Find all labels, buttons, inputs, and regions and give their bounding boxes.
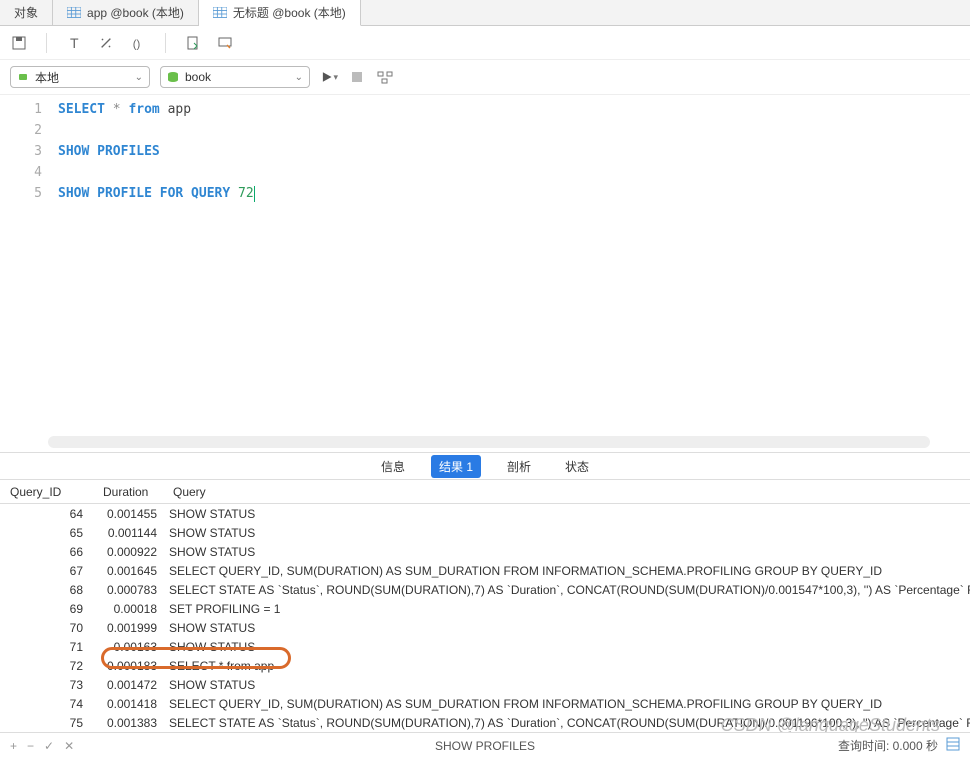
code-area[interactable]: SELECT * from app SHOW PROFILES SHOW PRO… (50, 95, 970, 434)
svg-text:(): () (133, 38, 141, 50)
connection-label: 本地 (35, 69, 129, 86)
line-gutter: 12345 (0, 95, 50, 434)
format-icon[interactable]: T (65, 34, 83, 52)
status-query: SHOW PROFILES (435, 739, 535, 753)
table-row[interactable]: 700.001999SHOW STATUS (0, 618, 970, 637)
result-tab[interactable]: 结果 1 (431, 455, 481, 478)
table-row[interactable]: 640.001455SHOW STATUS (0, 504, 970, 523)
grid-header: Query_ID Duration Query (0, 480, 970, 504)
remove-row-icon[interactable]: − (27, 739, 34, 753)
result-tab[interactable]: 信息 (373, 455, 413, 478)
save-icon[interactable] (10, 34, 28, 52)
table-row[interactable]: 670.001645SELECT QUERY_ID, SUM(DURATION)… (0, 561, 970, 580)
run-button[interactable]: ▾ (320, 68, 338, 86)
status-time: 查询时间: 0.000 秒 (838, 737, 938, 754)
chevron-down-icon: ⌄ (135, 72, 143, 83)
result-tab[interactable]: 剖析 (499, 455, 539, 478)
tab-untitled[interactable]: 无标题 @book (本地) (199, 0, 361, 26)
export-icon[interactable] (184, 34, 202, 52)
database-select[interactable]: book ⌄ (160, 66, 310, 88)
editor-scrollbar[interactable] (48, 436, 930, 448)
col-header-duration[interactable]: Duration (93, 485, 163, 499)
separator (46, 33, 47, 53)
toolbar: T () (0, 26, 970, 60)
results-grid: Query_ID Duration Query 640.001455SHOW S… (0, 480, 970, 732)
table-row[interactable]: 680.000783SELECT STATE AS `Status`, ROUN… (0, 580, 970, 599)
result-tab[interactable]: 状态 (557, 455, 597, 478)
result-tabset: 信息结果 1 剖析状态 (0, 452, 970, 480)
svg-text:T: T (70, 35, 79, 51)
import-icon[interactable] (216, 34, 234, 52)
tab-label: app @book (本地) (87, 4, 184, 21)
tab-label: 对象 (14, 4, 38, 21)
add-row-icon[interactable]: + (10, 739, 17, 753)
apply-icon[interactable]: ✓ (44, 739, 54, 753)
table-row[interactable]: 690.00018SET PROFILING = 1 (0, 599, 970, 618)
table-row[interactable]: 650.001144SHOW STATUS (0, 523, 970, 542)
connection-select[interactable]: 本地 ⌄ (10, 66, 150, 88)
explain-icon[interactable] (376, 68, 394, 86)
tab-label: 无标题 @book (本地) (233, 4, 346, 21)
database-icon (167, 71, 179, 83)
grid-view-icon[interactable] (946, 737, 960, 754)
connection-bar: 本地 ⌄ book ⌄ ▾ (0, 60, 970, 94)
chevron-down-icon: ⌄ (295, 72, 303, 83)
table-row[interactable]: 720.000183SELECT * from app (0, 656, 970, 675)
table-row[interactable]: 710.00163SHOW STATUS (0, 637, 970, 656)
col-header-query[interactable]: Query (163, 485, 970, 499)
brackets-icon[interactable]: () (129, 34, 147, 52)
table-icon (213, 7, 227, 19)
table-row[interactable]: 660.000922SHOW STATUS (0, 542, 970, 561)
separator (165, 33, 166, 53)
wand-icon[interactable] (97, 34, 115, 52)
col-header-id[interactable]: Query_ID (0, 485, 93, 499)
tab-app[interactable]: app @book (本地) (53, 0, 199, 25)
database-label: book (185, 70, 289, 84)
table-row[interactable]: 740.001418SELECT QUERY_ID, SUM(DURATION)… (0, 694, 970, 713)
plug-icon (17, 71, 29, 83)
status-bar: + − ✓ ✕ SHOW PROFILES 查询时间: 0.000 秒 (0, 732, 970, 758)
tab-objects[interactable]: 对象 (0, 0, 53, 25)
cancel-icon[interactable]: ✕ (64, 739, 74, 753)
editor-tabs: 对象 app @book (本地) 无标题 @book (本地) (0, 0, 970, 26)
table-icon (67, 7, 81, 19)
stop-button[interactable] (348, 68, 366, 86)
sql-editor[interactable]: 12345 SELECT * from app SHOW PROFILES SH… (0, 94, 970, 434)
table-row[interactable]: 750.001383SELECT STATE AS `Status`, ROUN… (0, 713, 970, 732)
table-row[interactable]: 730.001472SHOW STATUS (0, 675, 970, 694)
